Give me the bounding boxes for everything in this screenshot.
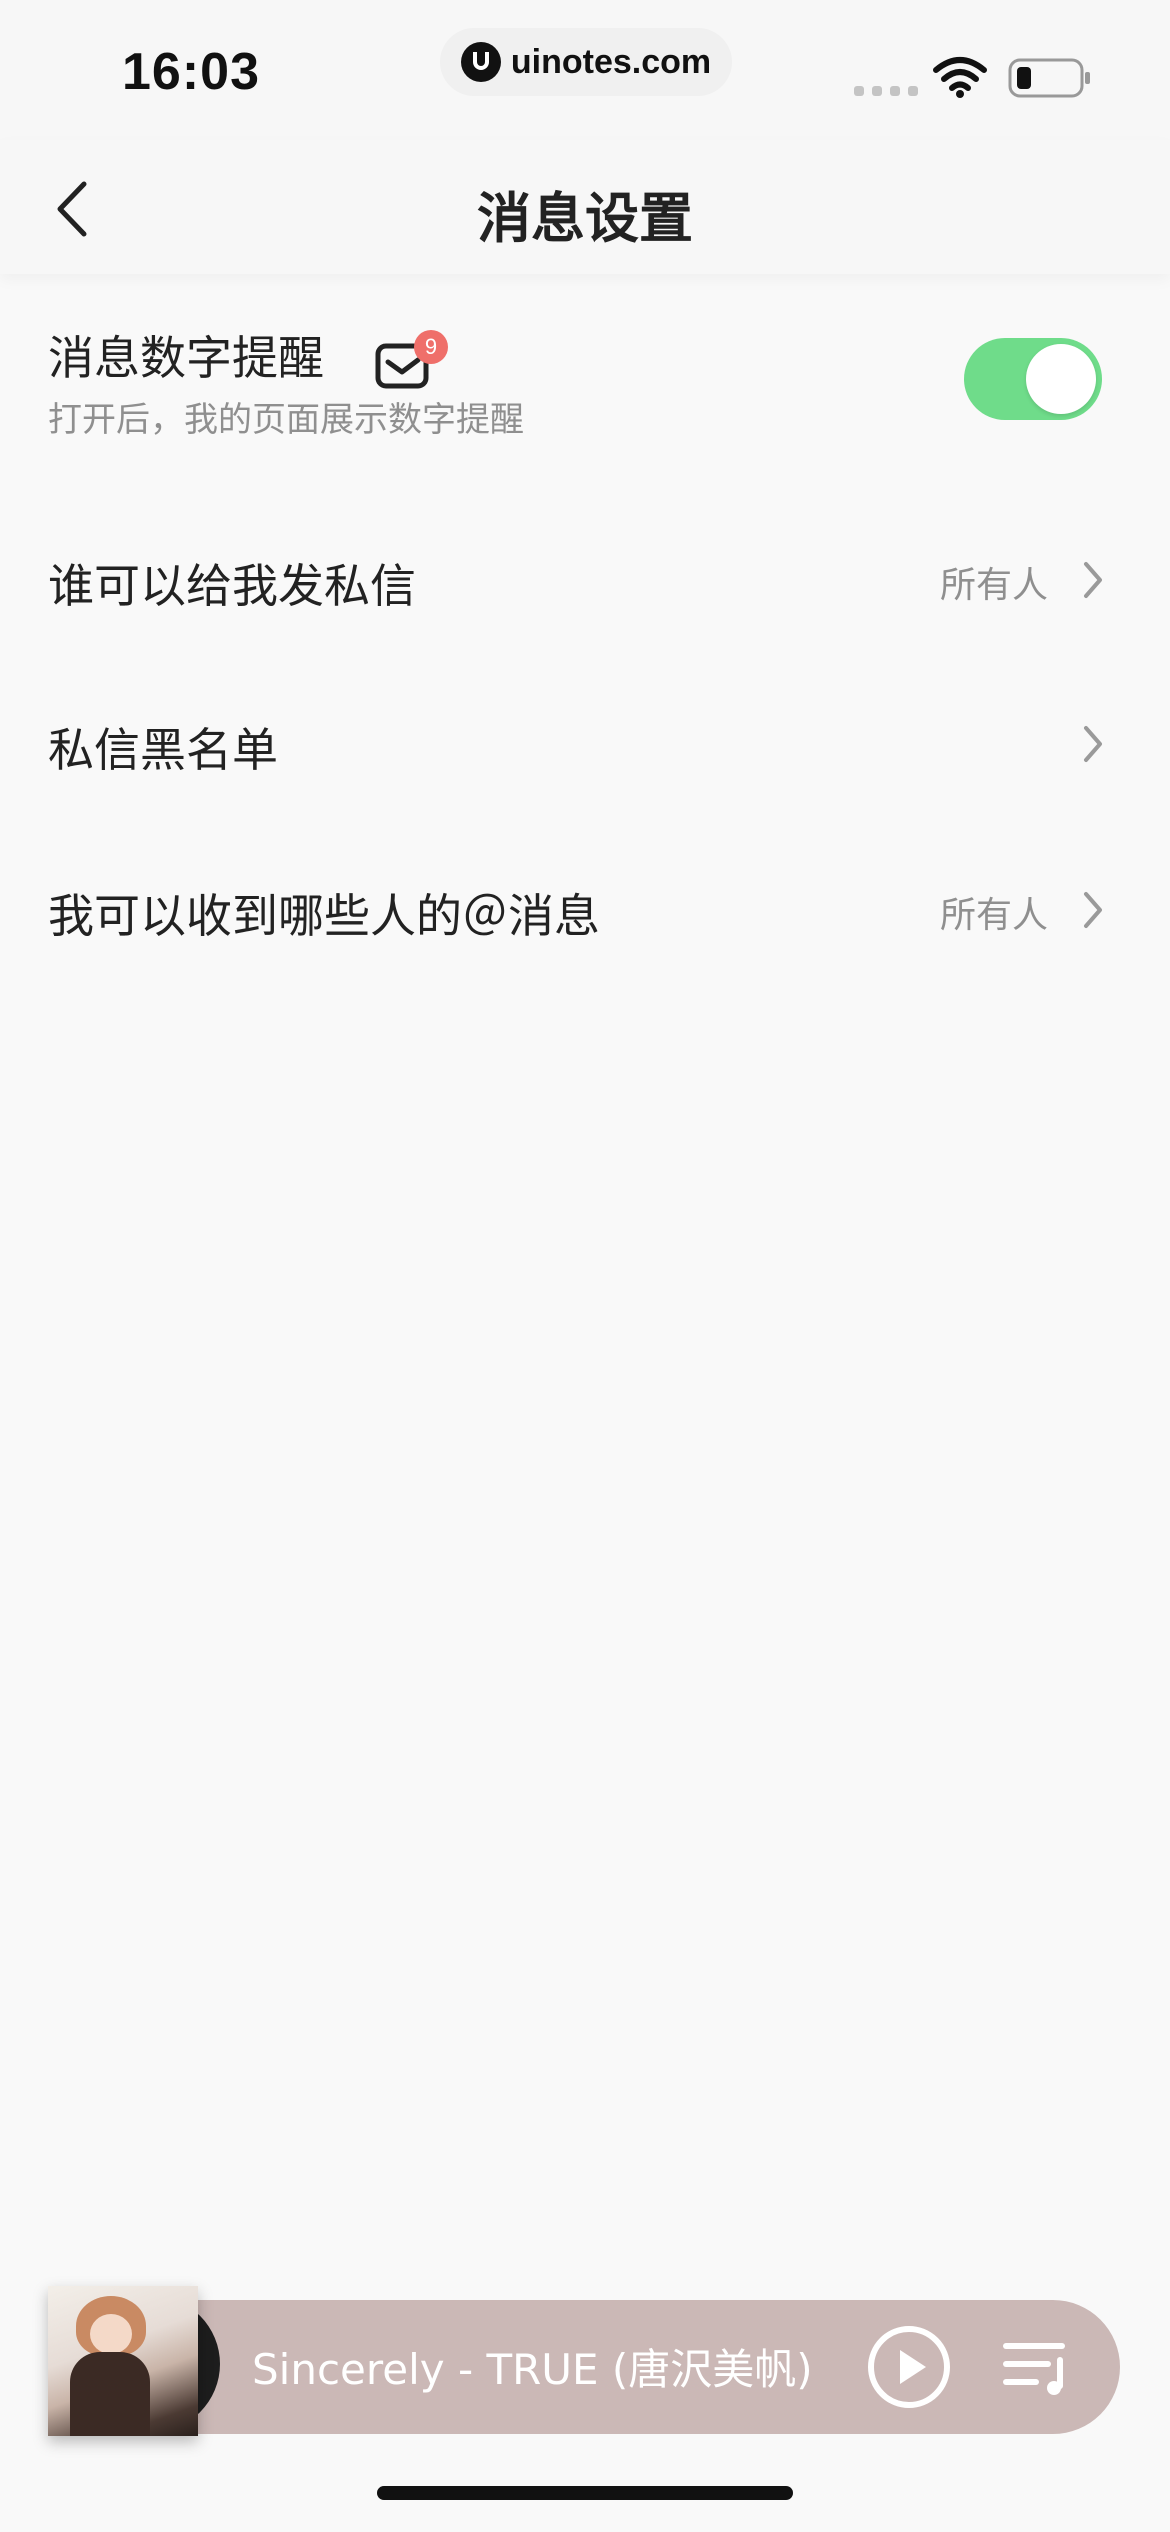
signal-icon [854, 86, 918, 96]
nav-bar: 消息设置 [0, 140, 1170, 274]
chevron-right-icon [1084, 892, 1102, 928]
playlist-icon[interactable] [1002, 2338, 1072, 2398]
url-text: uinotes.com [510, 42, 712, 81]
home-indicator[interactable] [377, 2486, 793, 2500]
blacklist-title: 私信黑名单 [48, 723, 278, 777]
url-pill[interactable]: uinotes.com [440, 28, 732, 96]
who-can-message-title: 谁可以给我发私信 [48, 559, 416, 613]
who-can-mention-value: 所有人 [939, 895, 1048, 936]
who-can-mention-title: 我可以收到哪些人的＠消息 [48, 889, 600, 943]
play-icon[interactable] [866, 2324, 952, 2410]
status-time: 16:03 [122, 43, 260, 101]
uinotes-logo-icon [460, 42, 501, 82]
badge-reminder-subtitle: 打开后，我的页面展示数字提醒 [48, 400, 524, 440]
album-cover[interactable] [48, 2286, 198, 2436]
mail-badge-icon: 9 [374, 330, 454, 394]
chevron-right-icon [1084, 726, 1102, 762]
status-bar: 16:03 uinotes.com [0, 0, 1170, 140]
song-title[interactable]: Sincerely - TRUE (唐沢美帆) [252, 2336, 813, 2397]
battery-icon [1008, 58, 1090, 98]
chevron-right-icon [1084, 562, 1102, 598]
badge-count: 9 [414, 330, 448, 364]
toggle-knob [1026, 344, 1096, 414]
badge-reminder-title: 消息数字提醒 [48, 331, 324, 385]
page-title: 消息设置 [477, 187, 693, 250]
who-can-message-value: 所有人 [939, 565, 1048, 606]
wifi-icon [933, 57, 987, 98]
badge-reminder-toggle[interactable] [964, 338, 1102, 420]
